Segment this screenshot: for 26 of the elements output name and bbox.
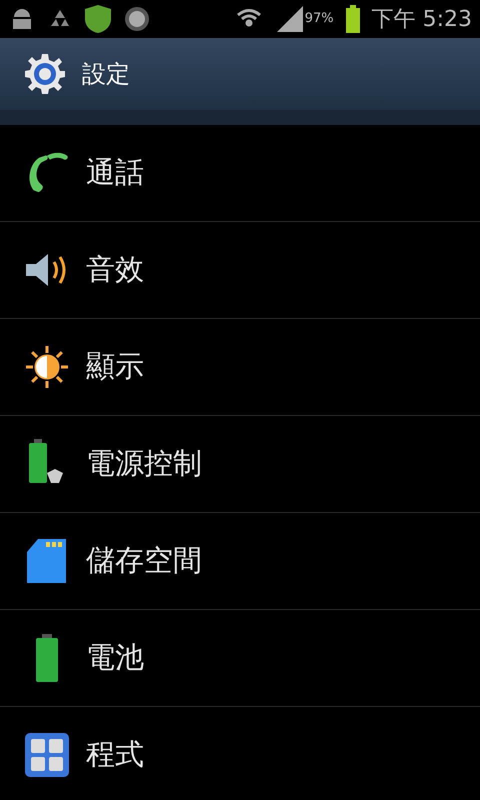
settings-item[interactable]: 電源控制 (0, 416, 480, 513)
settings-item[interactable]: 音效 (0, 222, 480, 319)
circle-icon (124, 6, 150, 32)
item-label: 通話 (86, 154, 144, 192)
item-label: 顯示 (86, 348, 144, 386)
settings-item[interactable]: 儲存空間 (0, 513, 480, 610)
settings-item[interactable]: 顯示 (0, 319, 480, 416)
signal-icon (274, 6, 305, 32)
screen-title: 設定 (82, 59, 130, 90)
item-label: 電池 (86, 639, 144, 676)
settings-item[interactable]: 程式 (0, 707, 480, 800)
battery-status-icon (346, 5, 360, 33)
item-label: 程式 (86, 736, 144, 774)
settings-item[interactable]: 通話 (0, 125, 480, 222)
apps-grid-icon (25, 733, 69, 777)
sun-icon (24, 344, 70, 390)
battery-icon (34, 634, 60, 682)
memory-card-icon (26, 538, 68, 584)
shield-icon (84, 4, 112, 34)
item-label: 電源控制 (86, 445, 202, 482)
item-label: 儲存空間 (86, 542, 202, 580)
battery-percent: 97% (304, 10, 334, 28)
clock: 下午 5:23 (372, 6, 472, 34)
item-label: 音效 (86, 251, 144, 288)
settings-item[interactable]: 電池 (0, 610, 480, 707)
settings-icon (24, 53, 66, 95)
